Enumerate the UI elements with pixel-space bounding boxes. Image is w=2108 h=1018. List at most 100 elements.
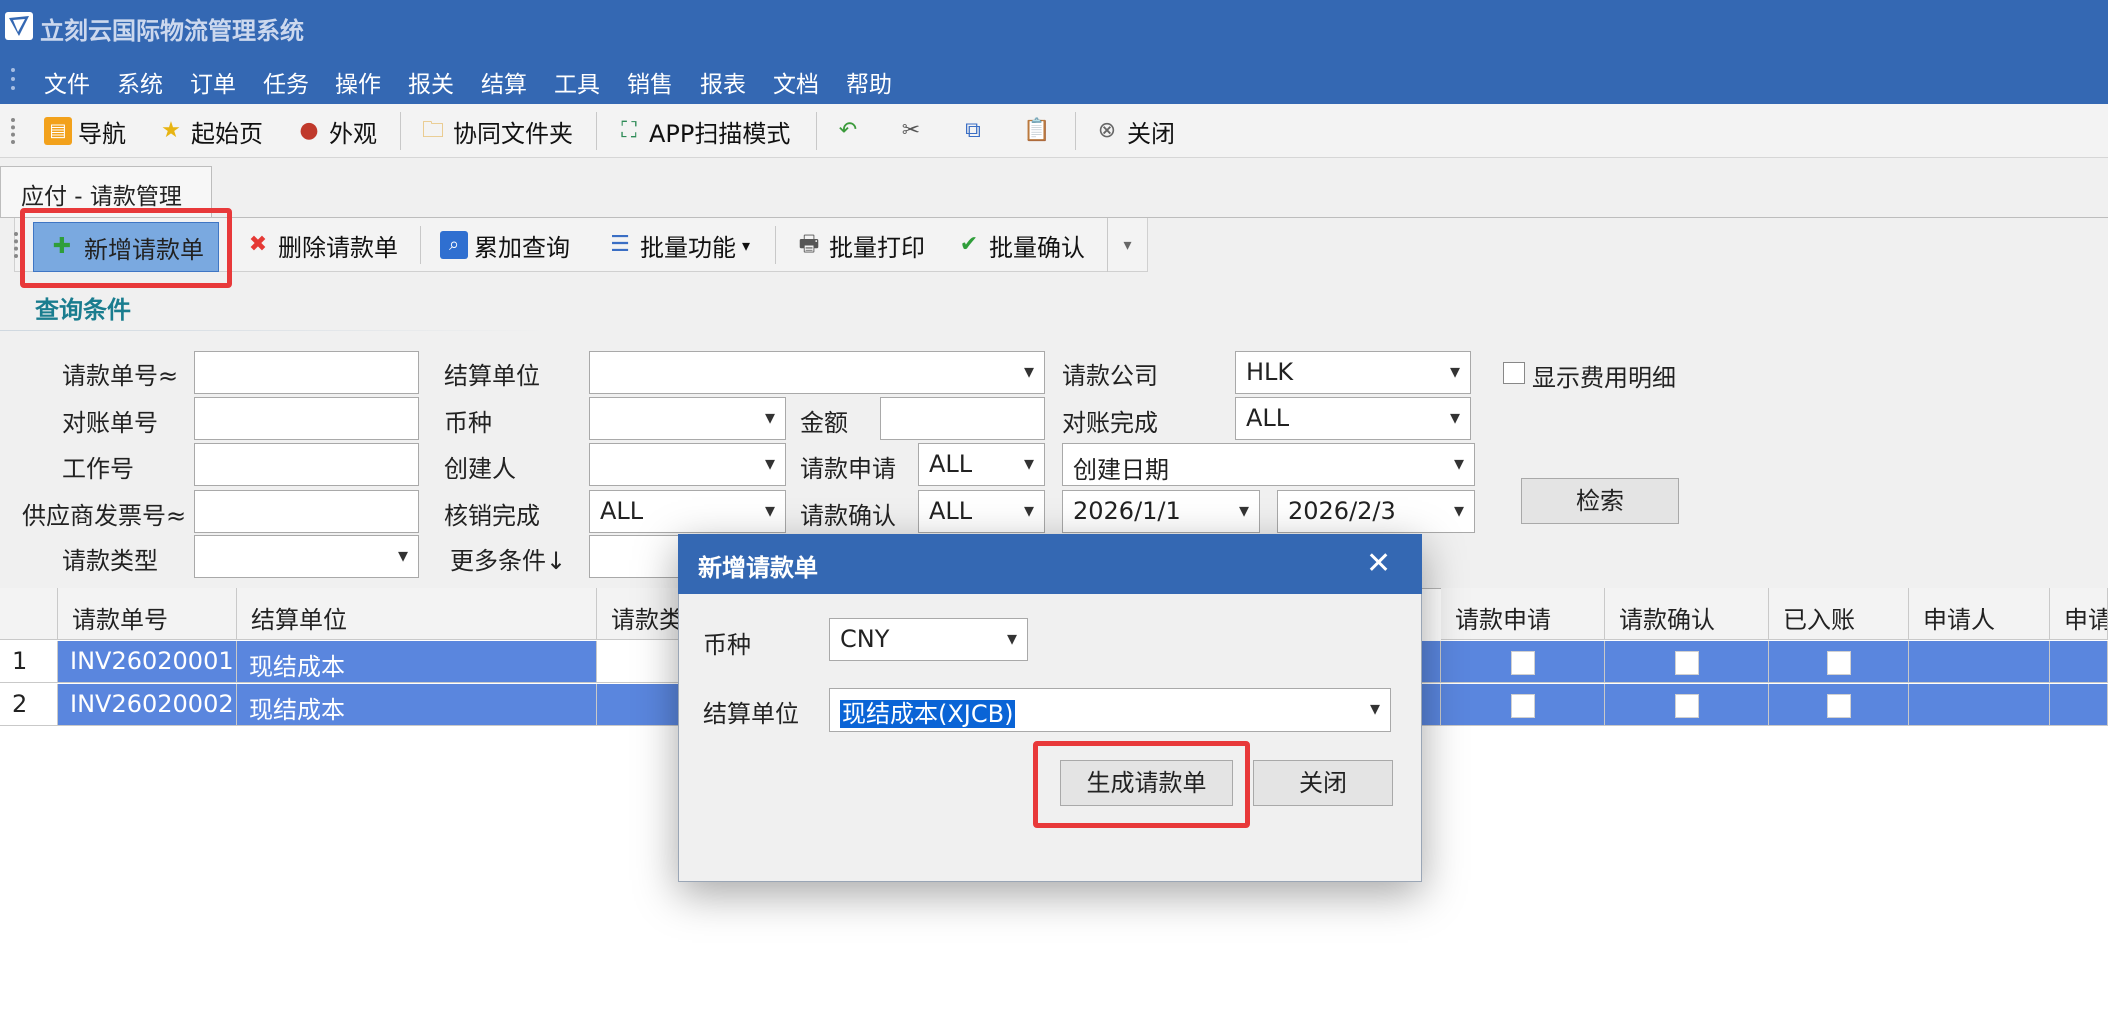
column-header-posted[interactable]: 已入账 <box>1769 588 1909 640</box>
settle-unit-select[interactable] <box>589 351 1045 394</box>
column-header-apply[interactable]: 申请 <box>2050 588 2108 640</box>
dialog-currency-label: 币种 <box>703 631 751 659</box>
accumulate-query-label: 累加查询 <box>474 233 570 262</box>
row-number[interactable]: 1 <box>0 641 58 683</box>
dialog-close-icon[interactable]: ✕ <box>1366 546 1391 581</box>
menu-customs[interactable]: 报关 <box>408 65 454 99</box>
posted-checkbox[interactable] <box>1827 694 1851 718</box>
column-header-settle-unit[interactable]: 结算单位 <box>237 588 597 640</box>
cell-hidden[interactable] <box>1422 641 1441 683</box>
menu-task[interactable]: 任务 <box>263 65 309 99</box>
cell-hidden[interactable] <box>1422 684 1441 726</box>
dialog-settle-unit-select[interactable]: 现结成本(XJCB) <box>829 688 1391 732</box>
creator-select[interactable] <box>589 443 786 486</box>
title-bar <box>0 0 2108 54</box>
company-select[interactable]: HLK <box>1235 351 1471 394</box>
job-no-label: 工作号 <box>62 455 134 483</box>
undo-button[interactable]: ↶ <box>834 115 862 147</box>
paste-button[interactable]: 📋 <box>1023 115 1051 147</box>
settle-unit-label: 结算单位 <box>444 362 540 390</box>
search-button[interactable]: 检索 <box>1521 478 1679 524</box>
request-confirm-checkbox[interactable] <box>1675 694 1699 718</box>
cell-settle-unit[interactable]: 现结成本 <box>237 641 597 683</box>
more-conditions-input[interactable] <box>589 535 679 578</box>
column-header-request-confirm[interactable]: 请款确认 <box>1605 588 1769 640</box>
toolbar-separator <box>775 226 776 264</box>
menu-order[interactable]: 订单 <box>190 65 236 99</box>
reconcile-done-select[interactable]: ALL <box>1235 397 1471 440</box>
show-fee-detail-label: 显示费用明细 <box>1532 364 1676 392</box>
delete-request-button[interactable]: ✖ 删除请款单 <box>244 229 398 262</box>
menu-help[interactable]: 帮助 <box>846 65 892 99</box>
request-confirm-checkbox[interactable] <box>1675 651 1699 675</box>
cell-apply[interactable] <box>2050 641 2108 683</box>
cut-button[interactable]: ✂ <box>897 115 925 147</box>
cell-request-type[interactable] <box>597 641 687 683</box>
cell-applicant[interactable] <box>1909 641 2050 683</box>
close-button[interactable]: ⊗ 关闭 <box>1093 115 1175 148</box>
cell-request-type[interactable] <box>597 684 687 726</box>
menu-tools[interactable]: 工具 <box>554 65 600 99</box>
request-confirm-select[interactable]: ALL <box>918 490 1045 533</box>
request-no-input[interactable] <box>194 351 419 394</box>
cell-request-no[interactable]: INV26020002 <box>58 684 237 726</box>
column-header-applicant[interactable]: 申请人 <box>1909 588 2050 640</box>
supplier-invoice-input[interactable] <box>194 490 419 533</box>
home-button[interactable]: ★ 起始页 <box>157 115 263 148</box>
dialog-settle-unit-value[interactable]: 现结成本(XJCB) <box>840 700 1016 728</box>
row-number[interactable]: 2 <box>0 684 58 726</box>
toolbar-separator <box>400 112 401 150</box>
job-no-input[interactable] <box>194 443 419 486</box>
column-header-request-no[interactable]: 请款单号 <box>58 588 237 640</box>
close-circle-icon: ⊗ <box>1097 118 1117 143</box>
request-type-select[interactable] <box>194 535 419 578</box>
appearance-button[interactable]: ● 外观 <box>295 115 377 148</box>
menu-sales[interactable]: 销售 <box>627 65 673 99</box>
dialog-close-button[interactable]: 关闭 <box>1253 760 1393 806</box>
toolbar-overflow-button[interactable]: ▾ <box>1107 218 1147 272</box>
highlight-box-new <box>20 208 232 288</box>
checkmark-icon: ✔ <box>959 232 979 257</box>
column-header-request-apply[interactable]: 请款申请 <box>1441 588 1605 640</box>
copy-button[interactable]: ⧉ <box>959 115 987 147</box>
accumulate-query-button[interactable]: ⌕ 累加查询 <box>440 229 570 262</box>
app-scan-button[interactable]: ⛶ APP扫描模式 <box>615 115 790 148</box>
app-title: 立刻云国际物流管理系统 <box>40 17 304 45</box>
cell-settle-unit[interactable]: 现结成本 <box>237 684 597 726</box>
posted-checkbox[interactable] <box>1827 651 1851 675</box>
date-to-picker[interactable]: 2026/2/3 <box>1277 490 1475 533</box>
dialog-currency-select[interactable]: CNY <box>829 618 1028 661</box>
menu-documents[interactable]: 文档 <box>773 65 819 99</box>
batch-functions-button[interactable]: ☰ 批量功能 ▾ <box>606 229 750 262</box>
show-fee-detail-checkbox[interactable] <box>1503 362 1525 384</box>
date-type-select[interactable]: 创建日期 <box>1062 443 1475 486</box>
batch-print-button[interactable]: 🖶 批量打印 <box>795 229 925 262</box>
grid-corner <box>0 588 58 640</box>
reconcile-no-input[interactable] <box>194 397 419 440</box>
cell-request-no[interactable]: INV26020001 <box>58 641 237 683</box>
cell-applicant[interactable] <box>1909 684 2050 726</box>
menu-file[interactable]: 文件 <box>44 65 90 99</box>
request-apply-checkbox[interactable] <box>1511 651 1535 675</box>
cell-apply[interactable] <box>2050 684 2108 726</box>
currency-select[interactable] <box>589 397 786 440</box>
dialog-title: 新增请款单 <box>698 554 818 582</box>
writeoff-done-label: 核销完成 <box>444 502 540 530</box>
menu-settlement[interactable]: 结算 <box>481 65 527 99</box>
writeoff-done-select[interactable]: ALL <box>589 490 786 533</box>
scissors-icon: ✂ <box>901 118 921 143</box>
menu-system[interactable]: 系统 <box>117 65 163 99</box>
request-apply-select[interactable]: ALL <box>918 443 1045 486</box>
amount-input[interactable] <box>880 397 1045 440</box>
nav-button[interactable]: ▤ 导航 <box>44 115 126 148</box>
company-label: 请款公司 <box>1062 362 1158 390</box>
more-conditions-toggle[interactable]: 更多条件↓ <box>450 541 566 576</box>
menu-operation[interactable]: 操作 <box>335 65 381 99</box>
request-apply-checkbox[interactable] <box>1511 694 1535 718</box>
paste-icon: 📋 <box>1023 118 1051 143</box>
batch-confirm-button[interactable]: ✔ 批量确认 <box>955 229 1085 262</box>
date-from-picker[interactable]: 2026/1/1 <box>1062 490 1260 533</box>
menu-reports[interactable]: 报表 <box>700 65 746 99</box>
shared-folder-button[interactable]: 🗀 协同文件夹 <box>419 115 573 148</box>
column-header-request-type[interactable]: 请款类 <box>597 588 687 640</box>
